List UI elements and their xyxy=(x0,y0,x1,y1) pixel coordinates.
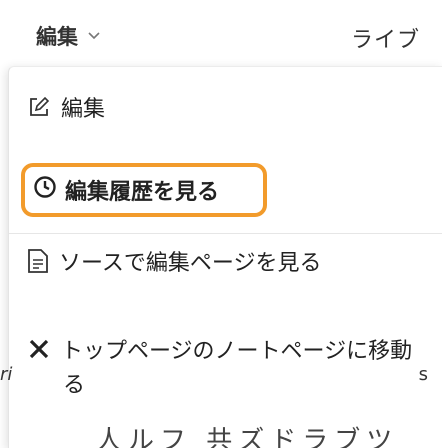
live-label: ライブ xyxy=(350,28,420,53)
menu-divider xyxy=(9,233,442,234)
menu-item-view-source-label: ソースで編集ページを見る xyxy=(59,251,322,276)
menu-item-edit-label: 編集 xyxy=(61,97,106,122)
menu-item-talk-page[interactable]: トップページのノートページに移動 xyxy=(27,333,412,365)
chevron-down-icon xyxy=(88,29,100,44)
background-heading: 人ルフ 共ズドラブツ xyxy=(96,426,399,448)
x-mark-icon xyxy=(27,337,51,361)
background-text-left: ri xyxy=(0,364,13,385)
document-icon xyxy=(27,248,49,274)
menu-item-history-label: 編集履歴を見る xyxy=(65,180,220,205)
edit-dropdown-label: 編集 xyxy=(36,25,78,49)
page: 編集 ライブ 編集 編集履歴を見る ソースで編集ページを見る トップページのノー… xyxy=(0,0,442,448)
menu-item-history[interactable]: 編集履歴を見る xyxy=(21,163,267,217)
menu-item-view-source[interactable]: ソースで編集ページを見る xyxy=(27,245,321,277)
background-text-right: s xyxy=(418,364,428,385)
pencil-square-icon xyxy=(27,95,51,119)
menu-item-edit[interactable]: 編集 xyxy=(27,91,105,123)
menu-item-talk-page-label: トップページのノートページに移動 xyxy=(61,339,413,364)
edit-dropdown-menu: 編集 編集履歴を見る ソースで編集ページを見る トップページのノートページに移動… xyxy=(8,66,442,448)
edit-dropdown-button[interactable]: 編集 xyxy=(36,14,100,58)
clock-icon xyxy=(33,175,57,205)
menu-item-talk-page-label-cont: る xyxy=(63,373,86,398)
